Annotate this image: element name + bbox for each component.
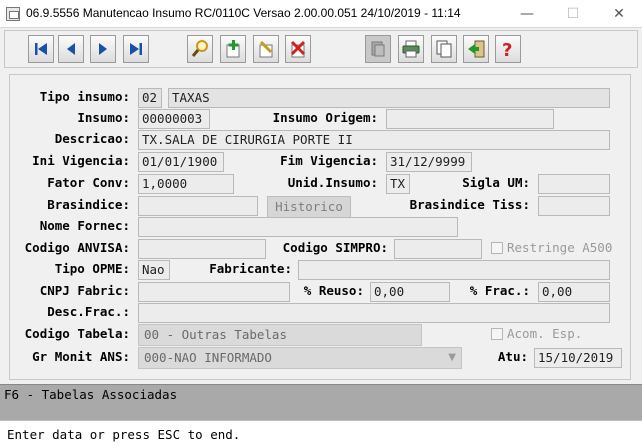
insumo-field[interactable]: 00000003 [138,109,210,129]
ini-vigencia-label: Ini Vigencia: [32,153,130,168]
atu-label: Atu: [497,349,528,364]
add-record-button[interactable] [220,35,246,63]
first-record-icon [35,43,47,55]
fabricante-field[interactable] [298,260,610,280]
exit-button[interactable] [463,35,489,63]
first-record-button[interactable] [28,35,54,63]
gr-monit-ans-select[interactable]: 000-NAO INFORMADO ▼ [138,347,462,369]
sigla-um-field[interactable] [538,174,610,194]
fator-conv-field[interactable]: 1,0000 [138,174,234,194]
tipo-insumo-code-field[interactable]: 02 [138,88,162,108]
tipo-opme-label: Tipo OPME: [54,261,130,276]
search-icon [191,40,208,57]
delete-record-button[interactable] [285,35,311,63]
gr-monit-ans-value: 000-NAO INFORMADO [144,350,272,365]
cnpj-fabric-label: CNPJ Fabric: [39,283,130,298]
next-record-button[interactable] [90,35,116,63]
fabricante-label: Fabricante: [209,261,292,276]
brasindice-label: Brasindice: [47,197,130,212]
next-record-icon [99,43,107,55]
pct-frac-field[interactable]: 0,00 [538,282,610,302]
maximize-button[interactable]: ☐ [550,0,596,28]
duplicate-icon [436,40,452,58]
tipo-insumo-label: Tipo insumo: [39,89,130,104]
descricao-field[interactable]: TX.SALA DE CIRURGIA PORTE II [138,130,610,150]
window-title: 06.9.5556 Manutencao Insumo RC/0110C Ver… [26,6,461,20]
desc-frac-label: Desc.Frac.: [47,304,130,319]
codigo-tabela-label: Codigo Tabela: [24,326,130,341]
edit-record-icon [259,40,273,58]
gr-monit-ans-label: Gr Monit ANS: [32,349,130,364]
app-icon [6,7,20,21]
function-key-bar: F6 - Tabelas Associadas [0,384,642,420]
acom-esp-label: Acom. Esp. [507,326,583,341]
toolbar: ? [4,30,638,68]
unid-insumo-field[interactable]: TX [386,174,410,194]
last-record-icon [130,43,142,55]
codigo-simpro-label: Codigo SIMPRO: [282,240,388,255]
svg-text:?: ? [502,40,512,59]
insumo-label: Insumo: [77,110,130,125]
unid-insumo-label: Unid.Insumo: [287,175,378,190]
nome-fornec-field[interactable] [138,217,458,237]
atu-field: 15/10/2019 [534,348,622,368]
print-button[interactable] [398,35,424,63]
insumo-origem-field[interactable] [386,109,554,129]
previous-record-button[interactable] [58,35,84,63]
brasindice-tiss-label: Brasindice Tiss: [409,197,530,212]
codigo-tabela-value: 00 - Outras Tabelas [144,327,287,342]
codigo-anvisa-label: Codigo ANVISA: [24,240,130,255]
codigo-anvisa-field[interactable] [138,239,266,259]
status-message: Enter data or press ESC to end. [7,427,241,442]
pct-reuso-field[interactable]: 0,00 [370,282,450,302]
add-record-icon [226,40,240,58]
pct-frac-label: % Frac.: [469,283,530,298]
chevron-down-icon: ▼ [448,352,456,363]
insumo-form: Tipo insumo: 02 TAXAS Insumo: 00000003 I… [9,74,631,380]
restringe-a500-checkbox[interactable] [491,242,503,254]
edit-record-button[interactable] [253,35,279,63]
sigla-um-label: Sigla UM: [462,175,530,190]
codigo-simpro-field[interactable] [394,239,482,259]
last-record-button[interactable] [123,35,149,63]
exit-icon [468,40,485,58]
tipo-opme-field[interactable]: Nao [138,260,170,280]
historico-button[interactable]: Historico [267,196,351,218]
nome-fornec-label: Nome Fornec: [39,218,130,233]
title-bar: 06.9.5556 Manutencao Insumo RC/0110C Ver… [0,0,642,28]
restringe-a500-label: Restringe A500 [507,240,613,255]
close-button[interactable]: ✕ [596,0,642,28]
minimize-button[interactable]: — [504,0,550,28]
cnpj-fabric-field[interactable] [138,282,290,302]
help-icon: ? [502,40,512,59]
tipo-insumo-desc-field: TAXAS [168,88,610,108]
descricao-label: Descricao: [54,131,130,146]
codigo-tabela-select[interactable]: 00 - Outras Tabelas [138,324,422,346]
previous-record-icon [67,43,75,55]
delete-record-icon [290,40,306,58]
desc-frac-field[interactable] [138,303,610,323]
acom-esp-checkbox[interactable] [491,328,503,340]
disabled-copy-button[interactable] [365,35,391,63]
print-icon [402,40,420,58]
ini-vigencia-field[interactable]: 01/01/1900 [138,152,224,172]
brasindice-field[interactable] [138,196,258,216]
help-button[interactable]: ? [495,35,521,63]
f6-tabelas-associadas[interactable]: F6 - Tabelas Associadas [4,387,177,402]
pct-reuso-label: % Reuso: [303,283,364,298]
fator-conv-label: Fator Conv: [47,175,130,190]
duplicate-button[interactable] [431,35,457,63]
fim-vigencia-label: Fim Vigencia: [280,153,378,168]
fim-vigencia-field[interactable]: 31/12/9999 [386,152,472,172]
insumo-origem-label: Insumo Origem: [272,110,378,125]
disabled-copy-icon [371,41,385,57]
search-button[interactable] [187,35,213,63]
status-bar: Enter data or press ESC to end. [0,420,642,448]
brasindice-tiss-field[interactable] [538,196,610,216]
